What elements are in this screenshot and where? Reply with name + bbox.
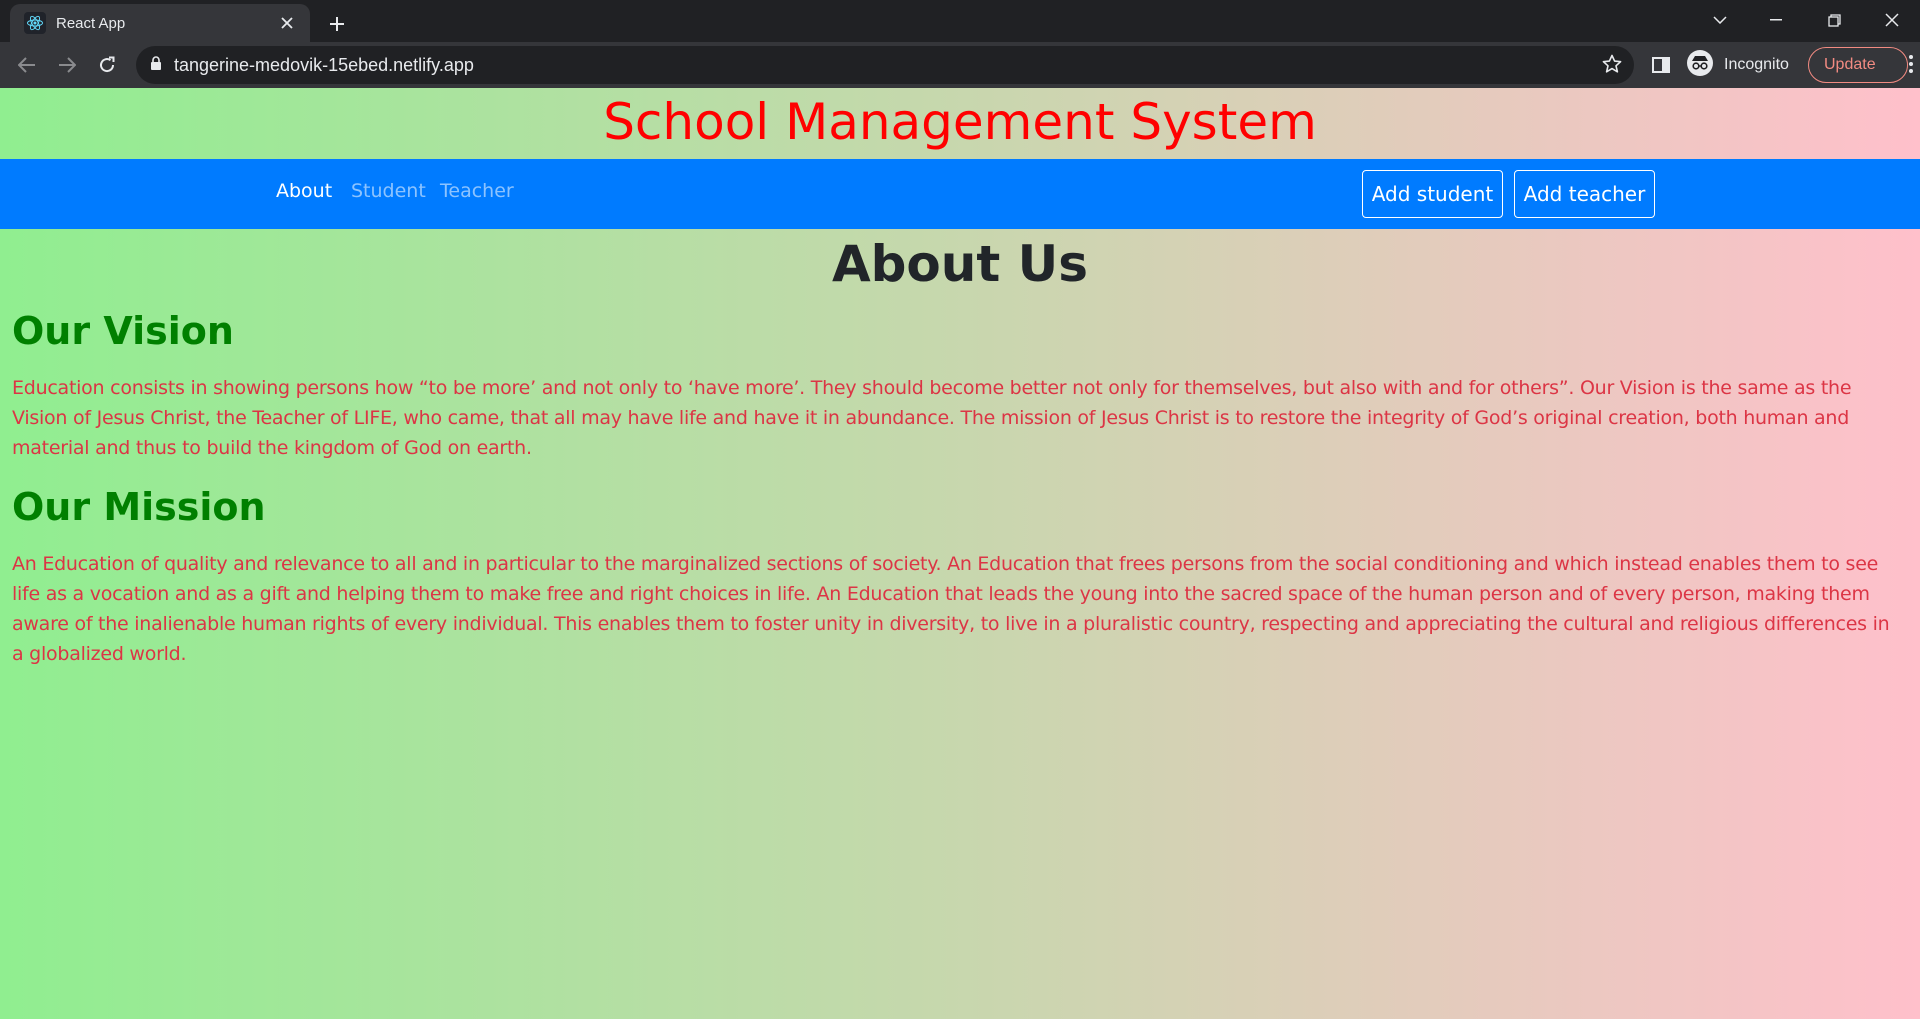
update-button[interactable]: Update — [1808, 47, 1908, 83]
mission-heading: Our Mission — [12, 485, 266, 529]
incognito-icon — [1686, 49, 1714, 81]
back-icon[interactable] — [11, 49, 43, 81]
add-teacher-label: Add teacher — [1523, 182, 1646, 206]
browser-toolbar: tangerine-medovik-15ebed.netlify.app Inc… — [0, 42, 1920, 88]
page-body: School Management System About Student T… — [0, 88, 1920, 1019]
react-favicon-icon — [24, 12, 46, 34]
incognito-label: Incognito — [1724, 56, 1789, 73]
address-bar[interactable]: tangerine-medovik-15ebed.netlify.app — [136, 46, 1634, 84]
update-label: Update — [1824, 56, 1876, 73]
tab-title: React App — [56, 14, 126, 32]
profile-incognito[interactable]: Incognito — [1686, 49, 1789, 81]
tab-search-chevron-down-icon[interactable] — [1692, 0, 1748, 40]
add-student-label: Add student — [1371, 182, 1494, 206]
url-text: tangerine-medovik-15ebed.netlify.app — [174, 54, 474, 75]
browser-tab[interactable]: React App — [10, 4, 310, 42]
vision-text: Education consists in showing persons ho… — [12, 377, 1852, 459]
kebab-menu-icon[interactable] — [1908, 53, 1914, 79]
reload-icon[interactable] — [91, 49, 123, 81]
browser-tabstrip: React App — [0, 0, 1920, 42]
nav-link-student[interactable]: Student — [351, 180, 426, 202]
window-close-icon[interactable] — [1864, 0, 1920, 40]
mission-text: An Education of quality and relevance to… — [12, 553, 1890, 665]
lock-icon[interactable] — [150, 55, 162, 75]
close-tab-icon[interactable] — [276, 12, 298, 34]
add-teacher-button[interactable]: Add teacher — [1514, 170, 1655, 218]
side-panel-icon[interactable] — [1646, 50, 1676, 80]
main-navbar: About Student Teacher Add student Add te… — [0, 159, 1920, 229]
nav-link-teacher[interactable]: Teacher — [440, 180, 514, 202]
minimize-icon[interactable] — [1748, 0, 1804, 40]
forward-icon[interactable] — [51, 49, 83, 81]
star-icon[interactable] — [1602, 54, 1622, 78]
site-title: School Management System — [603, 93, 1317, 151]
about-heading: About Us — [831, 235, 1089, 293]
new-tab-plus-icon[interactable] — [322, 9, 352, 39]
add-student-button[interactable]: Add student — [1362, 170, 1503, 218]
vision-heading: Our Vision — [12, 309, 234, 353]
restore-icon[interactable] — [1806, 0, 1862, 40]
nav-link-about[interactable]: About — [276, 180, 332, 202]
